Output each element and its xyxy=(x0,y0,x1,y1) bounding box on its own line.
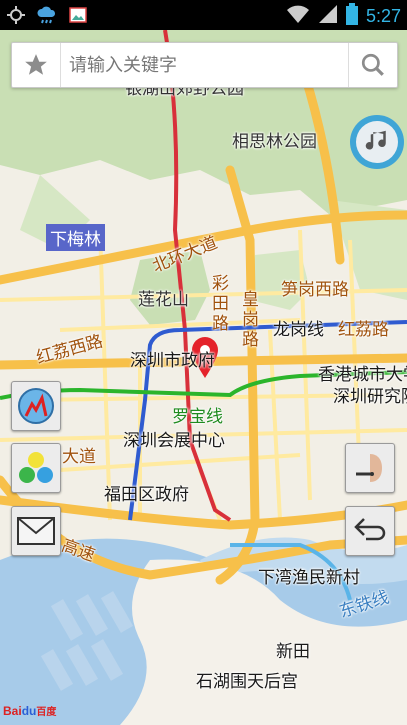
baidu-logo: Baidu百度 xyxy=(3,703,56,718)
back-arrow-icon xyxy=(354,518,386,541)
voice-assistant-icon xyxy=(356,454,382,482)
map-label-lianhuashan: 莲花山 xyxy=(138,290,189,310)
map-view[interactable]: 银湖山郊野公园 相思林公园 北环大道 莲花山 彩田路 皇岗路 笋岗西路 红荔西路… xyxy=(0,30,407,725)
favorites-button[interactable] xyxy=(12,43,61,87)
magnifier-icon xyxy=(361,53,384,76)
map-label-luobao-line: 罗宝线 xyxy=(172,407,223,427)
map-label-xiameilin: 下梅林 xyxy=(46,224,105,251)
envelope-icon xyxy=(17,517,55,545)
voice-button[interactable] xyxy=(345,443,395,493)
layers-icon xyxy=(19,452,53,483)
map-label-longgang-line: 龙岗线 xyxy=(273,320,324,340)
map-label-shihu: 石湖围天后宫 xyxy=(196,672,298,692)
gps-icon xyxy=(6,5,26,29)
map-label-huanggang: 皇岗路 xyxy=(242,290,259,350)
map-label-road-dao: 大道 xyxy=(62,447,96,467)
gallery-icon xyxy=(68,5,88,29)
map-label-futian-gov: 福田区政府 xyxy=(104,485,189,505)
map-label-expo: 深圳会展中心 xyxy=(123,431,225,451)
layers-button[interactable] xyxy=(11,443,61,493)
back-button[interactable] xyxy=(345,506,395,556)
star-icon xyxy=(25,54,47,75)
signal-icon xyxy=(318,4,338,28)
logo-du: du xyxy=(21,704,37,718)
search-bar xyxy=(11,42,398,88)
route-arrows-icon xyxy=(18,388,54,424)
battery-icon xyxy=(345,3,358,29)
map-label-civic-center: 深圳市政府 xyxy=(130,351,215,371)
map-label-hongli-road: 红荔路 xyxy=(338,320,389,340)
map-label-caitian: 彩田路 xyxy=(212,274,229,334)
route-button[interactable] xyxy=(11,381,61,431)
clock: 5:27 xyxy=(365,5,401,26)
search-input[interactable] xyxy=(61,54,348,76)
wifi-icon xyxy=(286,4,310,28)
status-bar: 5:27 xyxy=(0,0,407,30)
music-button[interactable] xyxy=(350,115,404,169)
map-label-park: 相思林公园 xyxy=(232,132,317,152)
message-button[interactable] xyxy=(11,506,61,556)
weather-icon xyxy=(36,5,58,29)
map-label-xiawan: 下湾渔民新村 xyxy=(258,568,360,588)
map-label-xintian: 新田 xyxy=(276,642,310,662)
music-note-icon xyxy=(365,130,386,150)
map-label-sungang: 笋岗西路 xyxy=(281,280,349,300)
map-label-research: 深圳研究院 xyxy=(333,387,407,407)
search-button[interactable] xyxy=(348,43,397,87)
logo-bai: Bai xyxy=(3,704,22,718)
logo-cn: 百度 xyxy=(36,707,57,718)
